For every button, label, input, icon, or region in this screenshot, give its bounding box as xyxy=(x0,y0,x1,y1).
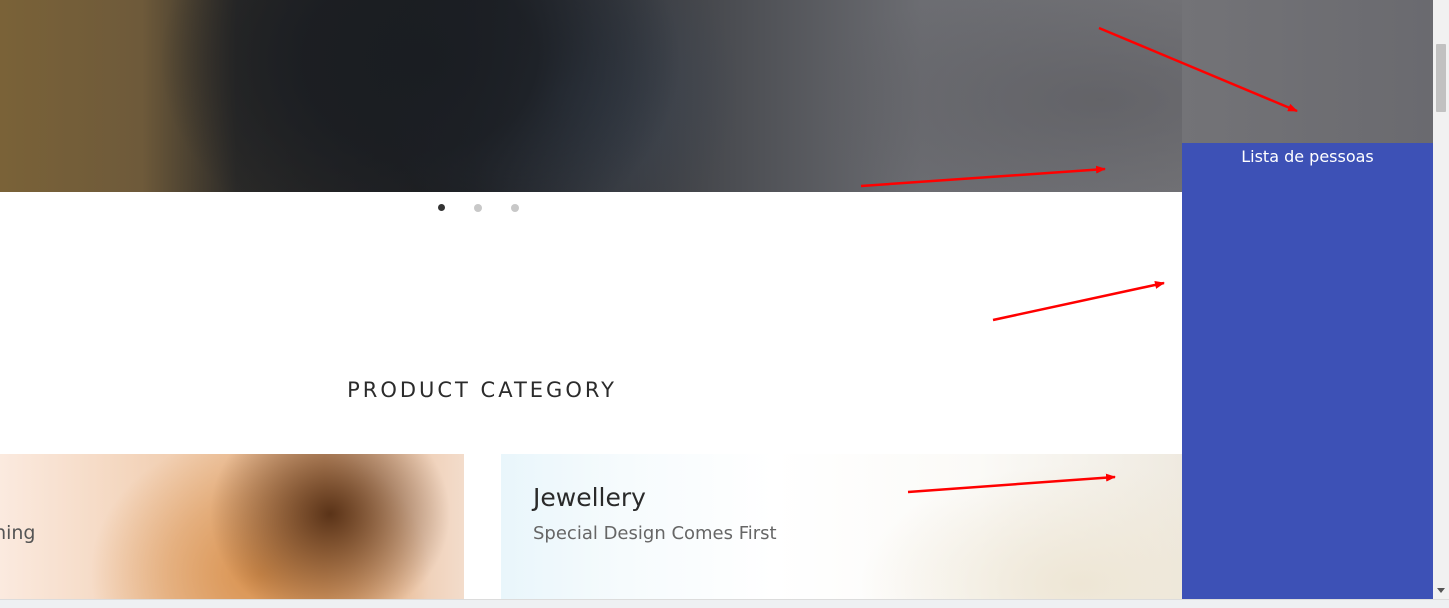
vertical-scrollbar[interactable] xyxy=(1433,0,1449,599)
hero-slide-image[interactable] xyxy=(0,0,1182,192)
section-title: PRODUCT CATEGORY xyxy=(347,378,617,402)
carousel-dot-3[interactable] xyxy=(511,204,519,212)
people-list-title: Lista de pessoas xyxy=(1241,147,1374,166)
annotation-arrow-3 xyxy=(992,280,1165,322)
category-card-subtitle: Special Design Comes First xyxy=(533,523,777,544)
category-card-title: othing xyxy=(0,522,36,544)
window-bottom-bar xyxy=(0,599,1449,608)
carousel-dot-2[interactable] xyxy=(474,204,482,212)
category-card-jewellery[interactable]: Jewellery Special Design Comes First xyxy=(501,454,1182,600)
scrollbar-thumb[interactable] xyxy=(1436,44,1446,112)
carousel-dot-1[interactable] xyxy=(438,204,445,211)
category-card-title: Jewellery xyxy=(533,483,646,512)
carousel-dots xyxy=(438,204,519,212)
scroll-down-arrow-icon[interactable] xyxy=(1437,588,1445,593)
category-card-clothing[interactable]: othing xyxy=(0,454,464,600)
people-list-panel: Lista de pessoas xyxy=(1182,143,1433,599)
hero-slide-image-edge xyxy=(1182,0,1433,143)
